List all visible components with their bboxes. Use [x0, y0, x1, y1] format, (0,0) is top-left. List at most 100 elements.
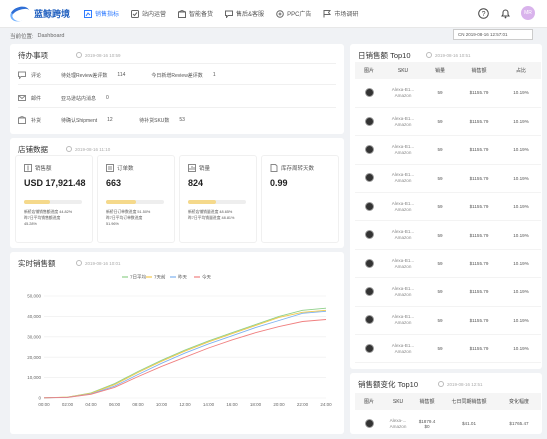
chart-icon — [84, 9, 92, 18]
series-line — [43, 319, 327, 399]
product-image — [364, 201, 374, 211]
date-select[interactable]: CN 2019-08-16 12:57:01 — [453, 29, 533, 40]
x-tick-label: 24:00 — [320, 402, 332, 407]
table-row[interactable]: Alexa-B1... Amazon 59 $1155.79 10.19% — [355, 334, 541, 364]
nav-item-service[interactable]: 售后&客服 — [225, 0, 264, 28]
series-line — [43, 310, 327, 399]
qty-cell: 59 — [423, 334, 457, 364]
col-header: SKU — [383, 62, 423, 79]
flag-icon — [323, 9, 332, 17]
amount-cell: $1155.79 — [457, 306, 501, 336]
nav-item-stock[interactable]: 智能备货 — [178, 0, 213, 28]
nav-item-ops[interactable]: 站内运营 — [131, 0, 166, 28]
nav-item-label: 市场调研 — [334, 12, 359, 18]
product-image — [364, 286, 374, 296]
table-row[interactable]: Alexa-B1... Amazon 59 $1155.79 10.19% — [355, 277, 541, 307]
order-icon — [106, 164, 114, 172]
metric-header: 销量 — [188, 164, 210, 172]
legend-label: 7天前 — [154, 274, 166, 281]
todo-link[interactable]: 今日新增Review差评数 — [151, 72, 202, 79]
qty-cell: 59 — [423, 249, 457, 279]
sku-store: Amazon — [394, 235, 412, 241]
table-row[interactable]: Alexa-B1... Amazon 59 $1155.79 10.19% — [355, 249, 541, 279]
amount-cell: $1879.4 $0 — [413, 410, 441, 439]
y-tick-label: 0 — [38, 396, 41, 401]
todo-count: 114 — [117, 72, 126, 78]
clock-icon — [76, 52, 82, 58]
sku-cell: Alexa-B1... Amazon — [383, 135, 423, 165]
qty-cell: 59 — [423, 135, 457, 165]
metric-label: 库存周转天数 — [281, 166, 315, 172]
todo-row-review: 评论 待处理Review差评数 114 今日新增Review差评数 1 — [18, 71, 336, 79]
nav-item-label: 站内运营 — [142, 12, 167, 18]
legend-label: 7日平均 — [130, 274, 147, 281]
nav-item-ppc[interactable]: PPC广告 — [276, 0, 311, 28]
todo-link[interactable]: 待补货SKU数 — [139, 117, 169, 124]
qty-cell: 59 — [423, 164, 457, 194]
pct-cell: 10.19% — [501, 306, 541, 336]
table-row[interactable]: Alexa-B1... Amazon 59 $1155.79 10.19% — [355, 306, 541, 336]
pct-cell: 10.19% — [501, 107, 541, 137]
amount-cell: $1155.79 — [457, 249, 501, 279]
help-icon[interactable]: ? — [477, 7, 489, 19]
table-row[interactable]: Alexa-B1... Amazon 59 $1155.79 10.19% — [355, 107, 541, 137]
amount-cell: $1155.79 — [457, 164, 501, 194]
change10-time-text: 2019-08-16 12:51 — [447, 381, 483, 387]
metric-sales: 销售额 USD 17,921.48 新桥店铺销售额进度 44.82% 昨7日平均销… — [15, 155, 93, 243]
product-image — [364, 173, 374, 183]
todo-row-restock: 补货 待确认Shipment 12 待补货SKU数 53 — [18, 116, 336, 124]
todo-link[interactable]: 亚马逊站内消息 — [61, 95, 96, 102]
product-image-cell — [355, 306, 383, 336]
top10-body: Alexa-B1... Amazon 59 $1155.79 10.19% Alexa-B… — [355, 79, 541, 364]
divider — [18, 63, 336, 64]
product-image — [364, 230, 374, 240]
metric-header: 销售额 — [24, 164, 52, 172]
top10-time-text: 2019-08-16 10:51 — [435, 52, 471, 58]
amount-cell: $1155.79 — [457, 277, 501, 307]
table-row[interactable]: Alexa-B1... Amazon 59 $1155.79 10.19% — [355, 192, 541, 222]
series-line — [43, 309, 327, 399]
col-header: 销售额 — [457, 62, 501, 79]
todo-count: 1 — [212, 72, 216, 78]
sku-store: Amazon — [394, 149, 412, 155]
todo-card: 待办事项 2019-08-16 10:59 评论 待处理Review差评数 11… — [10, 44, 344, 134]
legend-label: 昨天 — [178, 274, 187, 281]
metric-notes: 新桥店铺销售额进度 44.82% 昨7日平均销售额进度 45.28% — [24, 209, 94, 227]
nav-item-market[interactable]: 市场调研 — [323, 0, 358, 28]
sku-cell: Alexa-B1... Amazon — [383, 164, 423, 194]
metric-units: 销量 824 新桥店铺销量进度 48.65% 昨7日平均销量进度 48.81% — [179, 155, 257, 243]
table-row[interactable]: Alexa-B1... Amazon 59 $1155.79 10.19% — [355, 135, 541, 165]
pct-cell: 10.19% — [501, 249, 541, 279]
table-row[interactable]: Alexa-B1... Amazon 59 $1155.79 10.19% — [355, 79, 541, 108]
x-tick-label: 18:00 — [250, 402, 262, 407]
col-header: 图片 — [355, 393, 383, 410]
avatar[interactable]: MR — [521, 6, 535, 20]
metric-value: 824 — [188, 178, 204, 188]
nav-item-label: 智能备货 — [189, 12, 214, 18]
y-tick-label: 10,000 — [27, 375, 41, 380]
product-image-cell — [355, 192, 383, 222]
metric-note: 45.28% — [24, 222, 37, 226]
table-row[interactable]: Alexa-B1... Amazon 59 $1155.79 10.19% — [355, 164, 541, 194]
amount-cell: $1155.79 — [457, 107, 501, 137]
product-image — [364, 87, 374, 97]
breadcrumb-page[interactable]: Dashboard — [38, 33, 65, 39]
logo[interactable]: 蓝鲸跨境 — [8, 3, 80, 24]
table-row[interactable]: Alexa-B1... Amazon 59 $1155.79 10.19% — [355, 220, 541, 250]
table-header-row: 图片 SKU 销量 销售额 占比 — [355, 62, 541, 79]
top10-title: 日销售额 Top10 — [358, 51, 411, 60]
nav-item-sales[interactable]: 销售指标 — [84, 0, 119, 28]
pct-cell: 10.19% — [501, 334, 541, 364]
todo-row-label: 邮件 — [31, 95, 42, 102]
progress-bar — [188, 200, 246, 204]
todo-link[interactable]: 待处理Review差评数 — [61, 72, 107, 79]
bell-icon[interactable] — [499, 7, 511, 19]
sku-cell: Alexa-B1... Amazon — [383, 79, 423, 108]
table-row[interactable]: Alexa-... Amazon $1879.4 $0 $41.01 $1765.4… — [355, 410, 541, 439]
amount-cell: $1155.79 — [457, 334, 501, 364]
product-image-cell — [355, 164, 383, 194]
sku-store: Amazon — [394, 206, 412, 212]
todo-link[interactable]: 待确认Shipment — [61, 117, 97, 124]
product-image-cell — [355, 334, 383, 364]
clock-icon — [426, 52, 432, 58]
